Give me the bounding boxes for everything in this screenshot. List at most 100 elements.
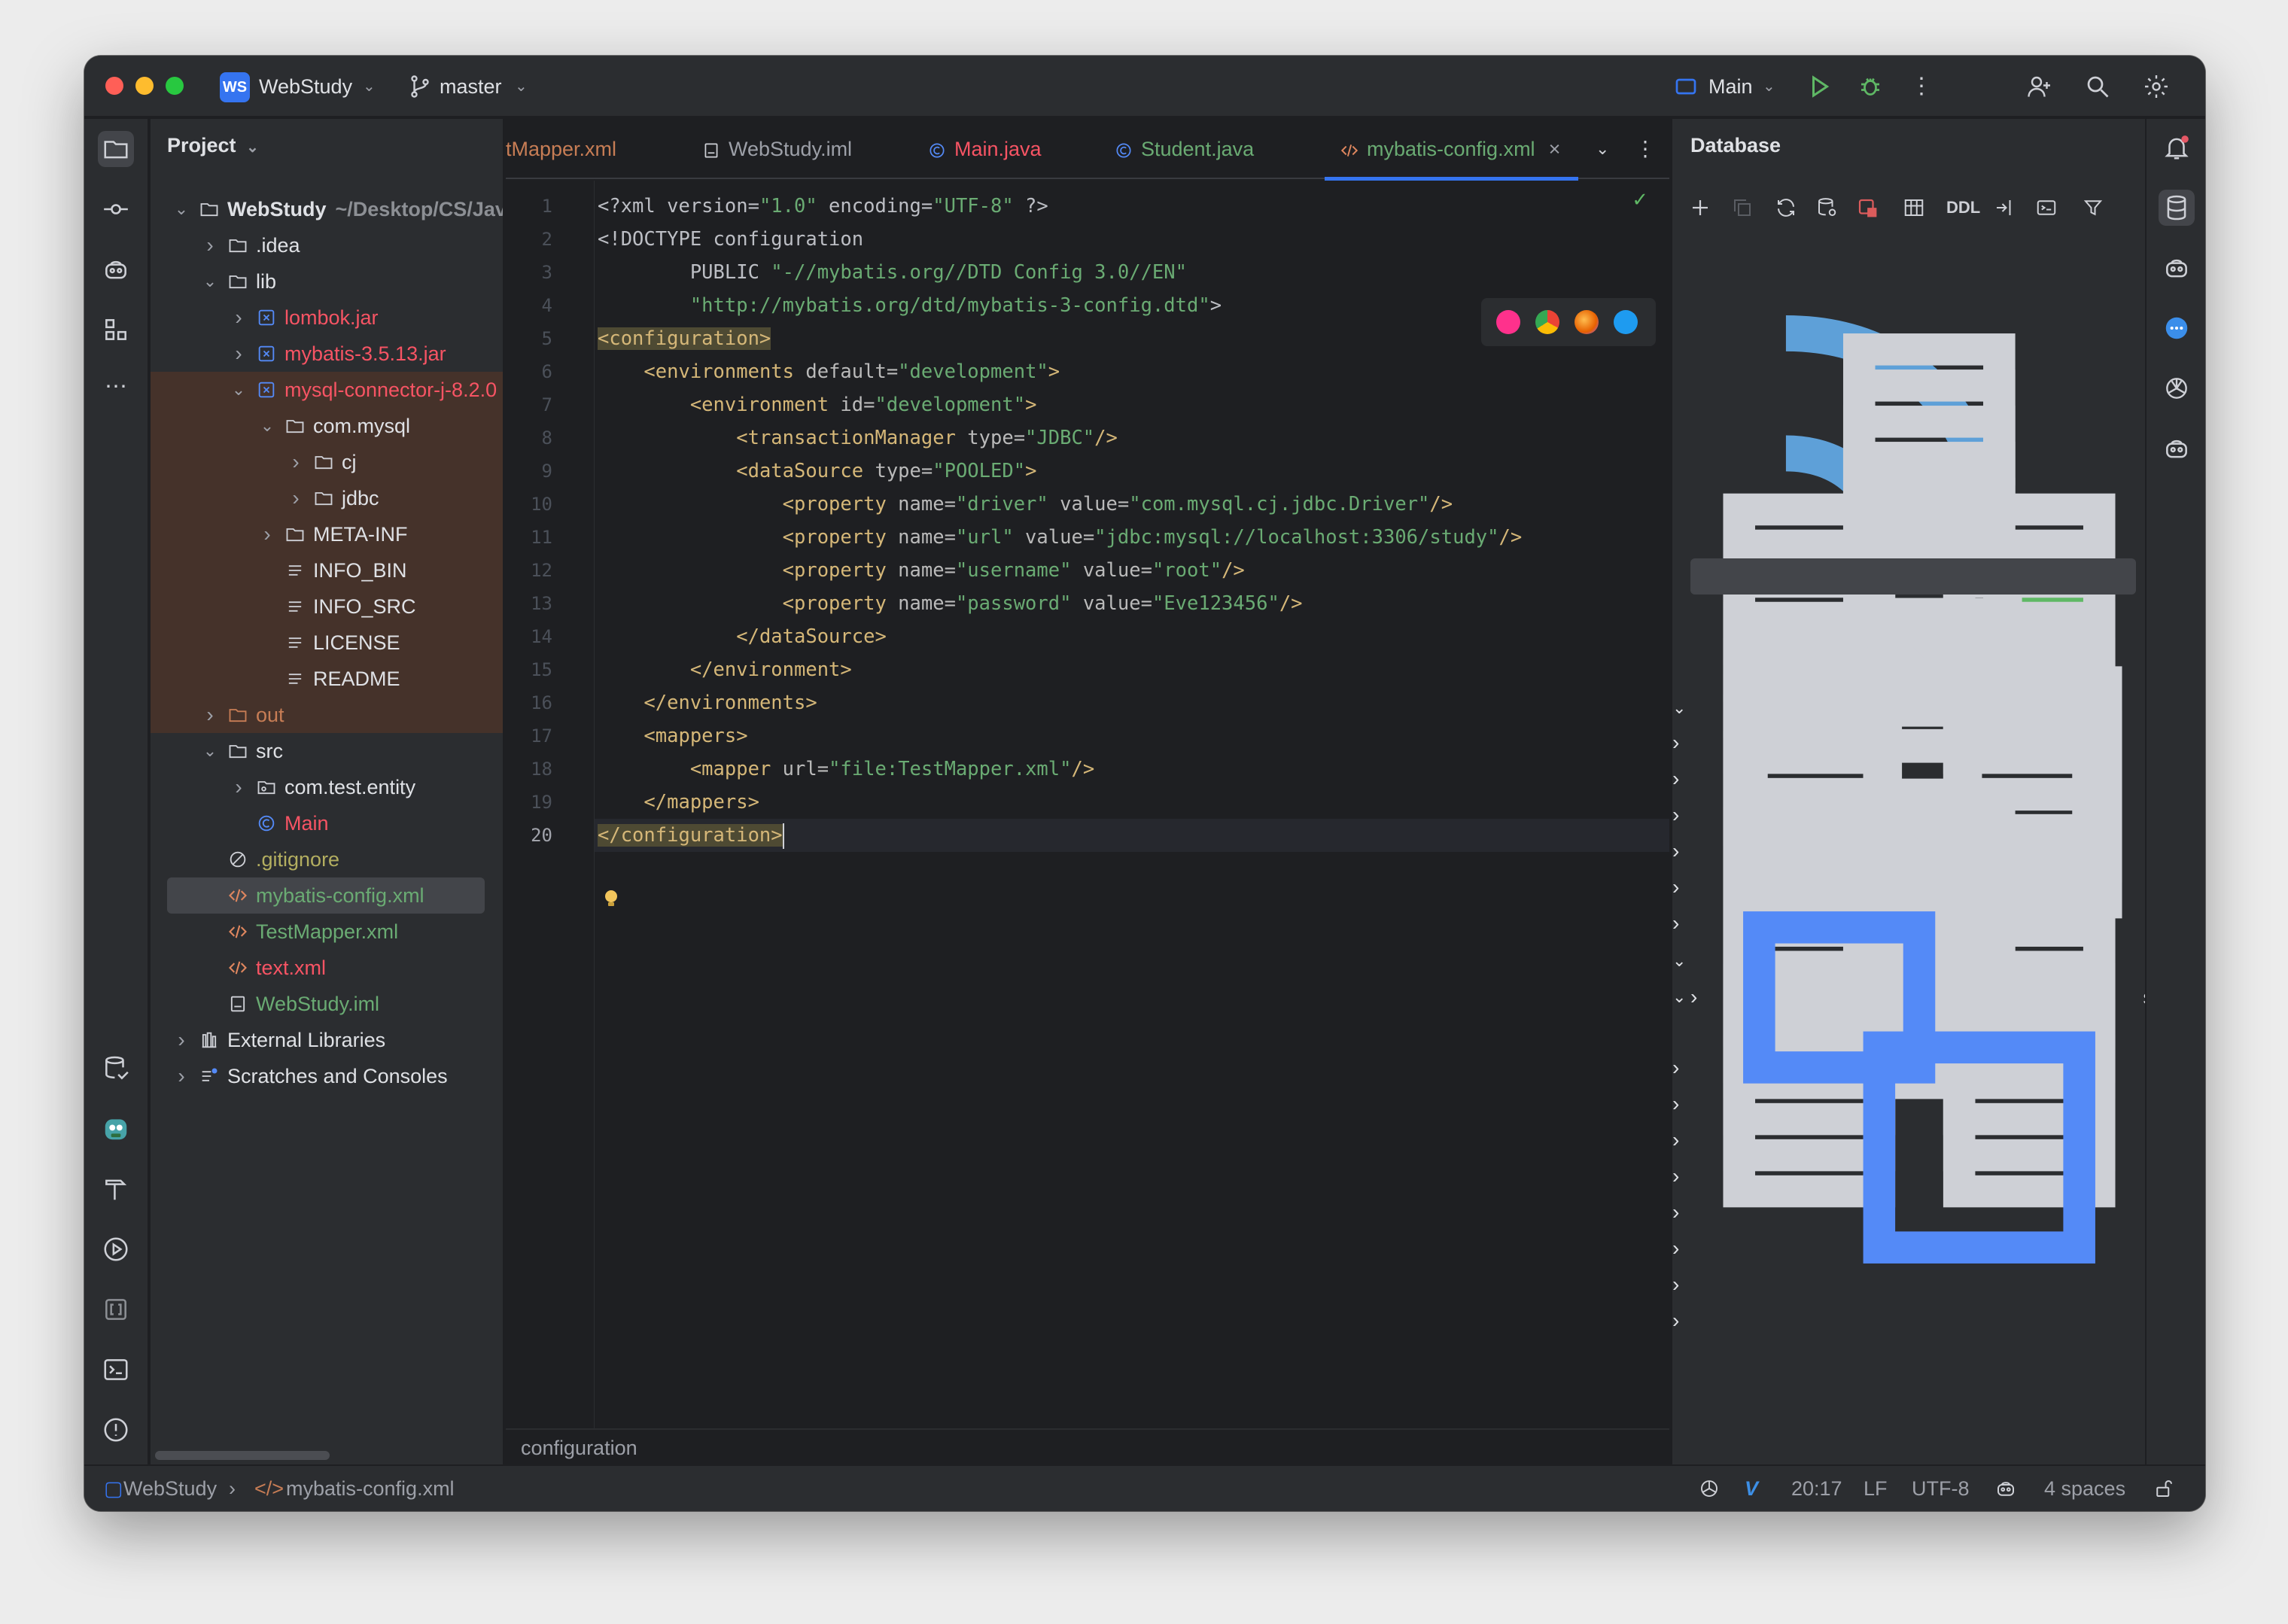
copilot-agent-icon[interactable]	[2159, 430, 2195, 467]
chevron-down-icon[interactable]: ⌄	[202, 263, 218, 300]
code-line[interactable]: <!DOCTYPE configuration	[595, 223, 1669, 256]
horizontal-scrollbar[interactable]	[155, 1451, 330, 1460]
intellij-browser-icon[interactable]	[1496, 310, 1520, 334]
project-tree-item[interactable]: › out	[151, 697, 503, 733]
code-line[interactable]: <mappers>	[595, 719, 1669, 753]
project-badge[interactable]: WS	[220, 72, 250, 102]
query-console-icon[interactable]	[2035, 193, 2058, 223]
inspection-ok-check-icon[interactable]: ✓	[1632, 188, 1648, 211]
project-selector[interactable]: WebStudy	[259, 71, 352, 102]
db-tree-item[interactable]: ⌄tables4	[1672, 522, 2153, 1006]
chrome-icon[interactable]	[1535, 310, 1559, 334]
chevron-down-icon[interactable]: ⌄	[202, 733, 218, 769]
run-button[interactable]	[1802, 69, 1836, 104]
minimize-window-button[interactable]	[135, 77, 154, 95]
tab-main-java[interactable]: Main.java	[912, 119, 1060, 179]
chevron-right-icon[interactable]: ›	[230, 336, 247, 372]
db-tree-item[interactable]: ›information_schema	[1672, 306, 2153, 790]
build-hammer-icon[interactable]	[98, 1171, 134, 1207]
project-tree-item[interactable]: › .idea	[151, 227, 503, 263]
project-tree-item[interactable]: › META-INF	[151, 516, 503, 552]
chevron-right-icon[interactable]: ›	[230, 769, 247, 805]
project-tree-item[interactable]: Main	[151, 805, 503, 841]
branch-selector[interactable]: master	[440, 71, 502, 102]
copy-icon[interactable]	[1731, 193, 1754, 223]
project-tree-item[interactable]: .gitignore	[151, 841, 503, 877]
code-editor[interactable]: <?xml version="1.0" encoding="UTF-8" ?> <…	[595, 181, 1669, 1428]
status-project-crumb[interactable]: WebStudy	[123, 1466, 217, 1511]
file-encoding[interactable]: UTF-8	[1912, 1466, 1970, 1511]
copilot-chat-icon[interactable]	[2159, 250, 2195, 286]
project-tree-item[interactable]: mybatis-config.xml	[167, 877, 485, 914]
project-tree-item[interactable]: › mybatis-3.5.13.jar	[151, 336, 503, 372]
intention-bulb-icon[interactable]	[602, 888, 620, 911]
code-line[interactable]: <property name="username" value="root"/>	[595, 554, 1669, 587]
project-tree-item[interactable]: › Scratches and Consoles	[151, 1058, 503, 1094]
disconnect-icon[interactable]	[1856, 193, 1879, 223]
chevron-right-icon[interactable]: ›	[1672, 911, 1679, 935]
close-window-button[interactable]	[105, 77, 123, 95]
project-tree-item[interactable]: › com.test.entity	[151, 769, 503, 805]
editor-breadcrumb[interactable]: configuration	[506, 1428, 1669, 1464]
status-file-crumb[interactable]: mybatis-config.xml	[286, 1466, 455, 1511]
structure-icon[interactable]	[98, 312, 134, 348]
tab-tmapper-xml[interactable]: tMapper.xml	[506, 119, 634, 179]
commit-icon[interactable]	[98, 191, 134, 227]
tab-mybatis-config-xml[interactable]: mybatis-config.xml ×	[1325, 119, 1579, 181]
run-config-selector[interactable]: Main	[1708, 71, 1753, 102]
db-tree-item[interactable]: ›user	[1672, 667, 2153, 1151]
database-changes-icon[interactable]	[98, 1051, 134, 1087]
project-tree-item[interactable]: text.xml	[151, 950, 503, 986]
db-tree-item[interactable]: ›sys	[1672, 811, 2153, 1296]
project-tree-item[interactable]: ⌄ com.mysql	[151, 408, 503, 444]
chevron-right-icon[interactable]: ›	[1672, 1164, 1679, 1188]
code-line[interactable]: </environments>	[595, 686, 1669, 719]
terminal-icon[interactable]	[98, 1352, 134, 1388]
safari-icon[interactable]	[1614, 310, 1638, 334]
plugin-mascot-icon[interactable]	[98, 1111, 134, 1147]
chevron-right-icon[interactable]: ›	[1672, 1056, 1679, 1079]
project-tree-item[interactable]: INFO_SRC	[151, 588, 503, 625]
db-tree-item[interactable]: ›teacher	[1672, 631, 2153, 1115]
db-tree-item[interactable]: ›onlineOrder	[1672, 378, 2153, 862]
json-brackets-icon[interactable]	[98, 1291, 134, 1327]
db-tree-item[interactable]: ›student	[1690, 558, 2153, 1008]
project-tree-item[interactable]: WebStudy.iml	[151, 986, 503, 1022]
ddl-button[interactable]: DDL	[1946, 193, 1980, 223]
indent-setting[interactable]: 4 spaces	[2044, 1466, 2125, 1511]
services-icon[interactable]	[98, 1231, 134, 1267]
project-tree-item[interactable]: ⌄ lib	[151, 263, 503, 300]
chevron-right-icon[interactable]: ›	[202, 227, 218, 263]
copilot-icon[interactable]	[98, 251, 134, 287]
db-tree-item[interactable]: ›performance_schema	[1672, 414, 2153, 899]
db-tree-item[interactable]: ›Server Objects	[1672, 847, 2153, 1332]
code-line[interactable]: <transactionManager type="JDBC"/>	[595, 421, 1669, 455]
notifications-bell-icon[interactable]	[2159, 129, 2195, 166]
code-line[interactable]: <property name="driver" value="com.mysql…	[595, 488, 1669, 521]
chevron-right-icon[interactable]: ›	[259, 516, 275, 552]
openai-icon[interactable]	[2159, 370, 2195, 406]
chevron-right-icon[interactable]: ›	[1672, 1309, 1679, 1332]
code-line[interactable]: </configuration>	[595, 819, 1669, 852]
add-icon[interactable]	[1689, 193, 1711, 223]
tab-student-java[interactable]: Student.java	[1099, 119, 1272, 179]
tab-webstudy-iml[interactable]: WebStudy.iml	[686, 119, 870, 179]
db-tree-item[interactable]: ›views2	[1672, 703, 2153, 1188]
database-tool-icon[interactable]	[2159, 190, 2195, 226]
vim-v-icon[interactable]: V	[1745, 1466, 1758, 1511]
project-tree-item[interactable]: README	[151, 661, 503, 697]
code-line[interactable]: <property name="url" value="jdbc:mysql:/…	[595, 521, 1669, 554]
chevron-right-icon[interactable]: ›	[1672, 1200, 1679, 1224]
project-tree-item[interactable]: ⌄ mysql-connector-j-8.2.0	[151, 372, 503, 408]
tab-list-chevron-icon[interactable]: ⌄	[1596, 119, 1626, 179]
db-tree-item[interactable]: ⌄study	[1672, 486, 2153, 970]
chevron-right-icon[interactable]: ›	[1672, 1128, 1679, 1151]
tab-more-icon[interactable]: ⋮	[1635, 119, 1656, 179]
code-line[interactable]: </environment>	[595, 653, 1669, 686]
chevron-right-icon[interactable]: ›	[202, 697, 218, 733]
code-line[interactable]: <environment id="development">	[595, 388, 1669, 421]
close-tab-icon[interactable]: ×	[1549, 138, 1561, 160]
chevron-right-icon[interactable]: ›	[173, 1058, 190, 1094]
project-panel-title[interactable]: Project ⌄	[167, 134, 259, 157]
project-tree-item[interactable]: › jdbc	[151, 480, 503, 516]
